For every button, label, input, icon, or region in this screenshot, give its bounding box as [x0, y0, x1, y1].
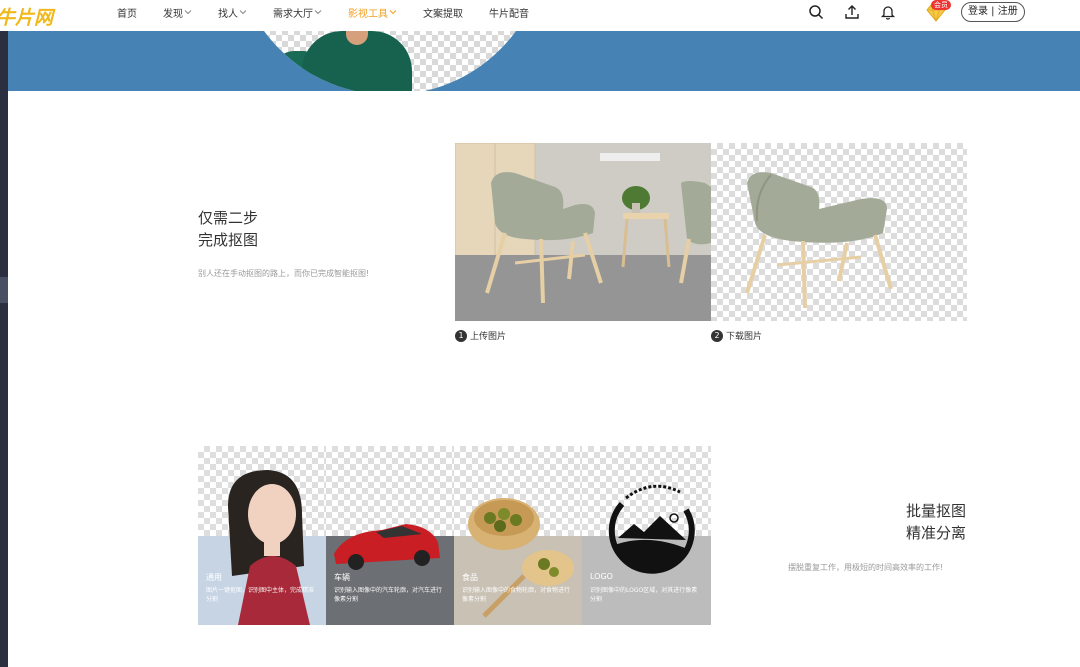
chevron-down-icon: [389, 10, 397, 15]
login-register-button[interactable]: 登录 | 注册: [961, 2, 1025, 22]
nav-item-home[interactable]: 首页: [117, 5, 137, 20]
card-title: 车辆: [334, 573, 350, 582]
heading-line: 完成抠图: [198, 231, 259, 249]
vip-badge: 会员: [931, 0, 951, 10]
nav-label: 发现: [163, 8, 183, 20]
card-title: 通用: [206, 573, 222, 582]
two-steps-description: 别人还在手动抠图的路上，而你已完成智能抠图!: [198, 269, 370, 278]
category-grid: 通用 图片一键抠图，识别图中主体，完成精准分割 车辆 识别输入图像中的汽车轮廓，…: [198, 446, 711, 625]
nav-label: 首页: [117, 8, 137, 20]
nav-label: 文案提取: [423, 8, 463, 20]
nav-label: 影视工具: [348, 8, 388, 20]
heading-line: 批量抠图: [906, 502, 967, 520]
side-strip-marker: [0, 277, 8, 303]
chevron-down-icon: [314, 10, 322, 15]
card-description: 识别输入图像中的汽车轮廓，对汽车进行像素分割: [334, 587, 443, 603]
category-card-general[interactable]: 通用 图片一键抠图，识别图中主体，完成精准分割: [198, 446, 326, 625]
step-number: 2: [711, 329, 723, 342]
chevron-down-icon: [239, 10, 247, 15]
chair-cutout-illustration: [745, 172, 893, 309]
card-description: 识别输入图像中的食物轮廓，对食物进行像素分割: [462, 587, 571, 603]
batch-heading: 批量抠图 精准分离: [906, 500, 966, 544]
step-number: 1: [455, 329, 467, 342]
card-description: 图片一键抠图，识别图中主体，完成精准分割: [206, 587, 315, 603]
nav-item-dubbing[interactable]: 牛片配音: [489, 5, 529, 20]
nav-item-find-people[interactable]: 找人: [218, 5, 247, 20]
hero-banner: [8, 31, 1080, 91]
nav-item-discover[interactable]: 发现: [163, 5, 192, 20]
card-title: LOGO: [590, 572, 613, 581]
search-icon[interactable]: [808, 4, 824, 20]
step-upload: 1 上传图片: [455, 329, 506, 342]
nav-item-film-tools[interactable]: 影视工具: [348, 5, 397, 20]
chevron-down-icon: [184, 10, 192, 15]
step-download: 2 下载图片: [711, 329, 762, 342]
main-nav: 首页 发现 找人 需求大厅 影视工具 文案提取 牛片配音: [117, 0, 555, 24]
chair-original-image: [455, 143, 711, 321]
chair-cutout-image: [711, 143, 967, 321]
category-card-logo[interactable]: LOGO 识别图像中的LOGO区域，对其进行像素分割: [582, 446, 711, 625]
upload-icon[interactable]: [844, 4, 860, 20]
nav-item-demand-hall[interactable]: 需求大厅: [273, 5, 322, 20]
nav-label: 牛片配音: [489, 8, 529, 20]
site-logo[interactable]: 牛片网: [0, 3, 53, 30]
step-label-text: 下载图片: [726, 332, 763, 342]
nav-label: 需求大厅: [273, 8, 313, 20]
heading-line: 精准分离: [906, 524, 967, 542]
category-card-food[interactable]: 食品 识别输入图像中的食物轮廓，对食物进行像素分割: [454, 446, 582, 625]
nav-item-copy-extract[interactable]: 文案提取: [423, 5, 463, 20]
nav-label: 找人: [218, 8, 238, 20]
bell-icon[interactable]: [880, 4, 896, 20]
card-description: 识别图像中的LOGO区域，对其进行像素分割: [590, 587, 698, 603]
two-steps-heading: 仅需二步 完成抠图: [198, 207, 258, 251]
batch-description: 摆脱重复工作，用极短的时间高效率的工作!: [788, 563, 944, 572]
card-title: 食品: [462, 573, 478, 582]
room-scene-illustration: [455, 143, 711, 321]
heading-line: 仅需二步: [198, 209, 259, 227]
transparent-circle-image: [234, 31, 546, 91]
left-side-strip: [0, 31, 8, 667]
top-nav-bar: 牛片网 首页 发现 找人 需求大厅 影视工具 文案提取 牛片配音 会员 登录 |…: [0, 0, 1080, 31]
step-label-text: 上传图片: [470, 332, 507, 342]
category-card-vehicle[interactable]: 车辆 识别输入图像中的汽车轮廓，对汽车进行像素分割: [326, 446, 454, 625]
